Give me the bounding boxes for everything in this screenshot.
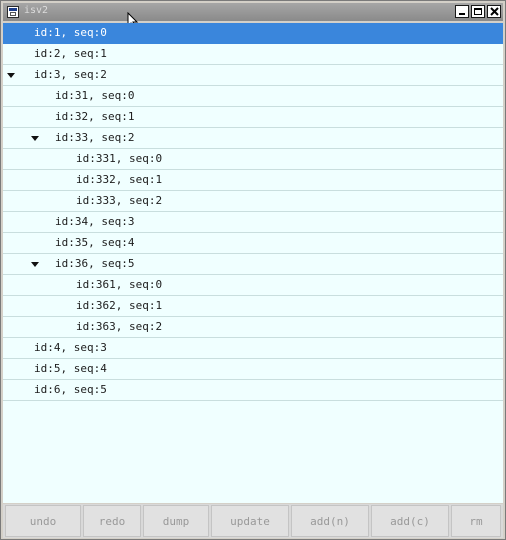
tree-row[interactable]: id:332, seq:1 (3, 170, 503, 191)
update-button[interactable]: update (211, 505, 289, 537)
tree-row[interactable]: id:6, seq:5 (3, 380, 503, 401)
tree-row[interactable]: id:361, seq:0 (3, 275, 503, 296)
tree-row-label: id:332, seq:1 (76, 173, 163, 186)
button-bar: undo redo dump update add(n) add(c) rm (3, 504, 503, 538)
tree-row[interactable]: id:4, seq:3 (3, 338, 503, 359)
maximize-button[interactable] (471, 5, 485, 18)
tree-row-label: id:35, seq:4 (55, 236, 135, 249)
tree-row-label: id:34, seq:3 (55, 215, 135, 228)
expand-arrow-down-icon[interactable] (7, 73, 15, 78)
tree-row-label: id:361, seq:0 (76, 278, 163, 291)
tree-row[interactable]: id:333, seq:2 (3, 191, 503, 212)
tree-row[interactable]: id:31, seq:0 (3, 86, 503, 107)
expand-arrow-down-icon[interactable] (31, 262, 39, 267)
add-c-button[interactable]: add(c) (371, 505, 449, 537)
close-button[interactable] (487, 5, 501, 18)
app-window: isv2 id:1, seq:0 id:2, seq:1 id:3, seq:2 id… (0, 0, 506, 540)
window-title: isv2 (24, 5, 49, 16)
tree-row[interactable]: id:3, seq:2 (3, 65, 503, 86)
tree-row[interactable]: id:32, seq:1 (3, 107, 503, 128)
tree-row-label: id:6, seq:5 (34, 383, 107, 396)
tree-row[interactable]: id:34, seq:3 (3, 212, 503, 233)
tree-row-label: id:33, seq:2 (55, 131, 135, 144)
tree-row-label: id:333, seq:2 (76, 194, 163, 207)
close-icon (490, 7, 499, 16)
tree-row[interactable]: id:2, seq:1 (3, 44, 503, 65)
tree-row[interactable]: id:331, seq:0 (3, 149, 503, 170)
tree-row[interactable]: id:36, seq:5 (3, 254, 503, 275)
tree-row-label: id:31, seq:0 (55, 89, 135, 102)
tree-row-label: id:1, seq:0 (34, 26, 107, 39)
tree-row-label: id:362, seq:1 (76, 299, 163, 312)
tree-row-label: id:363, seq:2 (76, 320, 163, 333)
expand-arrow-down-icon[interactable] (31, 136, 39, 141)
add-n-button[interactable]: add(n) (291, 505, 369, 537)
tree-row-label: id:4, seq:3 (34, 341, 107, 354)
window-menu-icon[interactable] (7, 6, 19, 18)
tree-row-label: id:3, seq:2 (34, 68, 107, 81)
tree-row[interactable]: id:362, seq:1 (3, 296, 503, 317)
tree-row-label: id:36, seq:5 (55, 257, 135, 270)
tree-row[interactable]: id:5, seq:4 (3, 359, 503, 380)
tree-row[interactable]: id:35, seq:4 (3, 233, 503, 254)
redo-button[interactable]: redo (83, 505, 141, 537)
tree-row[interactable]: id:33, seq:2 (3, 128, 503, 149)
tree-view[interactable]: id:1, seq:0 id:2, seq:1 id:3, seq:2 id:31, … (3, 23, 503, 503)
tree-row-label: id:32, seq:1 (55, 110, 135, 123)
rm-button[interactable]: rm (451, 505, 501, 537)
tree-row-label: id:5, seq:4 (34, 362, 107, 375)
minimize-button[interactable] (455, 5, 469, 18)
tree-row-label: id:331, seq:0 (76, 152, 163, 165)
undo-button[interactable]: undo (5, 505, 81, 537)
tree-row[interactable]: id:1, seq:0 (3, 23, 503, 44)
tree-row[interactable]: id:363, seq:2 (3, 317, 503, 338)
title-bar[interactable]: isv2 (3, 3, 503, 30)
tree-row-label: id:2, seq:1 (34, 47, 107, 60)
dump-button[interactable]: dump (143, 505, 209, 537)
